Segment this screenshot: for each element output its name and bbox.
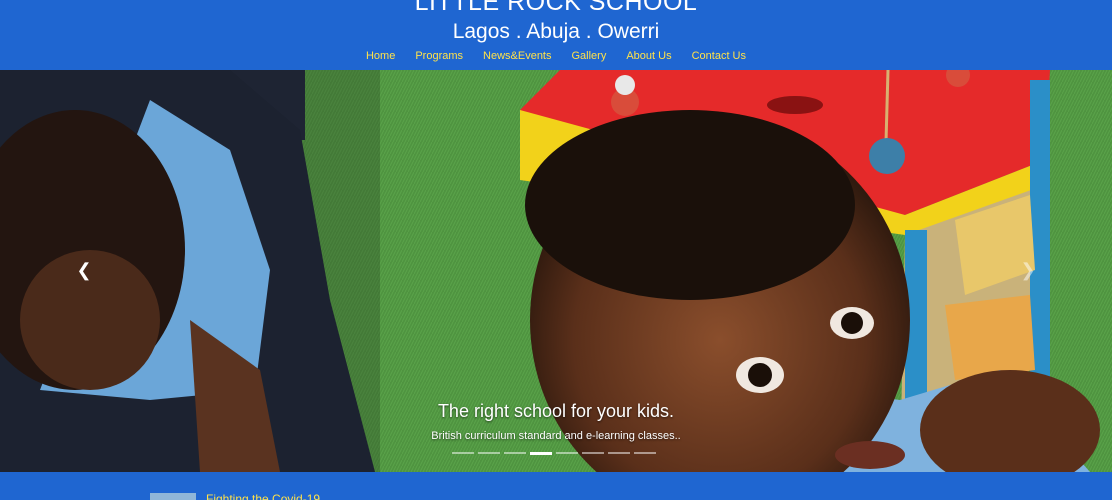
carousel-indicator[interactable] bbox=[504, 452, 526, 454]
nav-about-us[interactable]: About Us bbox=[616, 50, 681, 62]
carousel-indicator[interactable] bbox=[452, 452, 474, 454]
site-title: LITTLE ROCK SCHOOL bbox=[414, 0, 698, 16]
carousel-indicator-active[interactable] bbox=[530, 452, 552, 455]
carousel-next-button[interactable]: ❯ bbox=[1016, 258, 1040, 282]
carousel-indicator[interactable] bbox=[582, 452, 604, 454]
carousel-indicator[interactable] bbox=[608, 452, 630, 454]
chevron-left-icon: ❮ bbox=[76, 259, 92, 280]
news-thumbnail[interactable] bbox=[150, 493, 196, 500]
site-tagline: Lagos . Abuja . Owerri bbox=[452, 20, 660, 43]
nav-programs[interactable]: Programs bbox=[405, 50, 473, 62]
main-nav: Home Programs News&Events Gallery About … bbox=[0, 50, 1112, 62]
carousel-indicator[interactable] bbox=[556, 452, 578, 454]
chevron-right-icon: ❯ bbox=[1020, 259, 1036, 280]
site-header: LITTLE ROCK SCHOOL Lagos . Abuja . Owerr… bbox=[0, 0, 1112, 70]
nav-gallery[interactable]: Gallery bbox=[562, 50, 617, 62]
nav-home[interactable]: Home bbox=[356, 50, 405, 62]
carousel-caption-title: The right school for your kids. bbox=[437, 401, 675, 421]
news-item-title[interactable]: Fighting the Covid-19 bbox=[206, 492, 320, 500]
nav-news-events[interactable]: News&Events bbox=[473, 50, 561, 62]
carousel-caption-subtitle: British curriculum standard and e-learni… bbox=[431, 430, 681, 442]
nav-contact-us[interactable]: Contact Us bbox=[682, 50, 756, 62]
news-section: Fighting the Covid-19 bbox=[0, 472, 1112, 500]
carousel-prev-button[interactable]: ❮ bbox=[72, 258, 96, 282]
hero-carousel: ❮ ❯ The right school for your kids. Brit… bbox=[0, 70, 1112, 472]
carousel-indicator[interactable] bbox=[478, 452, 500, 454]
carousel-indicator[interactable] bbox=[634, 452, 656, 454]
carousel-indicators bbox=[452, 452, 656, 455]
